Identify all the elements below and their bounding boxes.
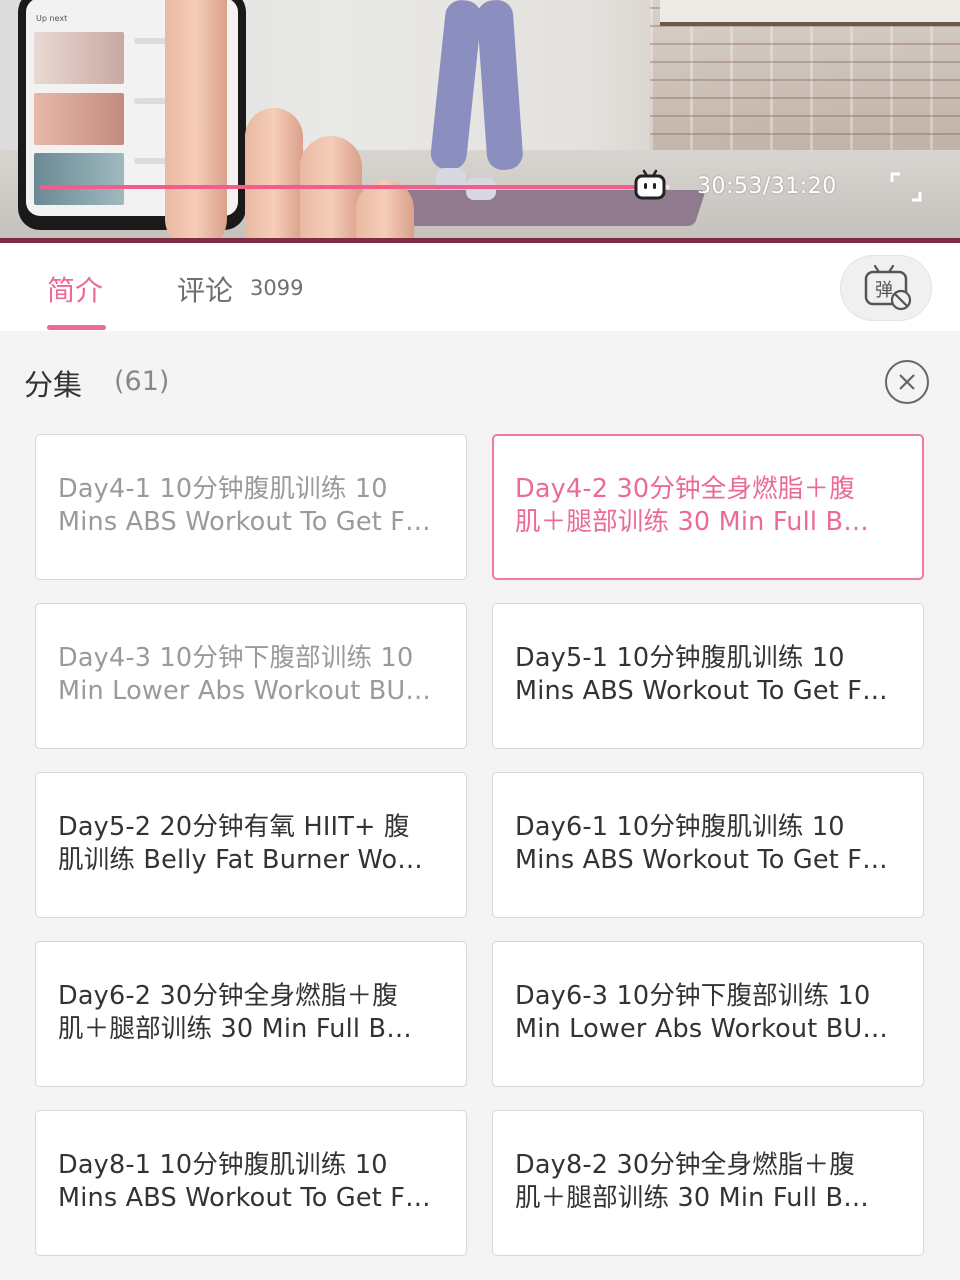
episode-title-line2: 肌训练 Belly Fat Burner Wo…: [58, 845, 423, 875]
phone-up-next-label: Up next: [36, 14, 68, 23]
video-frame-finger: [245, 108, 303, 243]
episode-card[interactable]: Day6-1 10分钟腹肌训练 10 Mins ABS Workout To G…: [492, 772, 924, 918]
episode-card[interactable]: Day4-3 10分钟下腹部训练 10 Min Lower Abs Workou…: [35, 603, 467, 749]
video-frame-finger: [165, 0, 227, 243]
episode-card[interactable]: Day8-2 30分钟全身燃脂＋腹 肌＋腿部训练 30 Min Full B…: [492, 1110, 924, 1256]
episodes-title: 分集: [24, 368, 83, 402]
danmaku-toggle-button[interactable]: 弹: [840, 255, 932, 321]
episode-card[interactable]: Day8-1 10分钟腹肌训练 10 Mins ABS Workout To G…: [35, 1110, 467, 1256]
progress-bar-fill: [40, 185, 662, 189]
episode-card[interactable]: Day4-2 30分钟全身燃脂＋腹 肌＋腿部训练 30 Min Full B…: [492, 434, 924, 580]
episode-card[interactable]: Day4-1 10分钟腹肌训练 10 Mins ABS Workout To G…: [35, 434, 467, 580]
person-right-shoe: [466, 178, 496, 200]
tab-bar: 简介 评论 3099 弹: [0, 243, 960, 331]
danmaku-off-icon: 弹: [864, 264, 912, 311]
episode-title-line1: Day6-1 10分钟腹肌训练 10: [515, 812, 845, 842]
episode-title-line2: Min Lower Abs Workout BU…: [58, 676, 432, 706]
episode-card[interactable]: Day6-2 30分钟全身燃脂＋腹 肌＋腿部训练 30 Min Full B…: [35, 941, 467, 1087]
episode-title-line2: Min Lower Abs Workout BU…: [515, 1014, 889, 1044]
video-player[interactable]: Up next 30:53/31:20: [0, 0, 960, 243]
tv-mascot-knob-icon[interactable]: [633, 168, 667, 202]
close-icon[interactable]: [884, 359, 930, 405]
episode-title-line2: 肌＋腿部训练 30 Min Full B…: [58, 1014, 412, 1044]
video-frame-finger: [356, 180, 414, 243]
fullscreen-icon[interactable]: [888, 170, 924, 204]
tab-intro[interactable]: 简介: [47, 269, 103, 309]
phone-thumbnail: [34, 153, 124, 205]
episode-title-line2: 肌＋腿部训练 30 Min Full B…: [515, 1183, 869, 1213]
video-frame-window: [660, 0, 960, 26]
person-left-leg: [429, 0, 483, 172]
episode-title-line1: Day5-1 10分钟腹肌训练 10: [515, 643, 845, 673]
episode-title-line2: Mins ABS Workout To Get F…: [515, 676, 888, 706]
episode-title-line2: Mins ABS Workout To Get F…: [515, 845, 888, 875]
video-frame-finger: [300, 136, 362, 243]
progress-bar[interactable]: [40, 185, 670, 189]
episode-title-line1: Day4-2 30分钟全身燃脂＋腹: [515, 474, 855, 504]
tab-comments-count[interactable]: 3099: [250, 276, 303, 300]
episode-title-line2: 肌＋腿部训练 30 Min Full B…: [515, 507, 869, 537]
video-frame-person: [420, 0, 530, 200]
phone-thumbnail: [34, 93, 124, 145]
episode-card[interactable]: Day5-1 10分钟腹肌训练 10 Mins ABS Workout To G…: [492, 603, 924, 749]
episode-card[interactable]: Day6-3 10分钟下腹部训练 10 Min Lower Abs Workou…: [492, 941, 924, 1087]
episode-title-line1: Day5-2 20分钟有氧 HIIT+ 腹: [58, 812, 410, 842]
phone-thumbnail: [34, 32, 124, 84]
episode-title-line1: Day4-3 10分钟下腹部训练 10: [58, 643, 414, 673]
episode-title-line1: Day6-2 30分钟全身燃脂＋腹: [58, 981, 398, 1011]
episode-title-line1: Day8-1 10分钟腹肌训练 10: [58, 1150, 388, 1180]
tab-active-indicator: [47, 325, 106, 330]
episode-title-line1: Day6-3 10分钟下腹部训练 10: [515, 981, 871, 1011]
episodes-count: (61): [114, 366, 170, 397]
tab-comments[interactable]: 评论: [177, 269, 233, 309]
episode-title-line2: Mins ABS Workout To Get F…: [58, 507, 431, 537]
episode-card[interactable]: Day5-2 20分钟有氧 HIIT+ 腹 肌训练 Belly Fat Burn…: [35, 772, 467, 918]
episode-title-line1: Day4-1 10分钟腹肌训练 10: [58, 474, 388, 504]
danmaku-icon-text: 弹: [875, 280, 893, 301]
person-right-leg: [476, 0, 524, 172]
episode-title-line1: Day8-2 30分钟全身燃脂＋腹: [515, 1150, 855, 1180]
episode-title-line2: Mins ABS Workout To Get F…: [58, 1183, 431, 1213]
playback-time: 30:53/31:20: [697, 174, 837, 199]
